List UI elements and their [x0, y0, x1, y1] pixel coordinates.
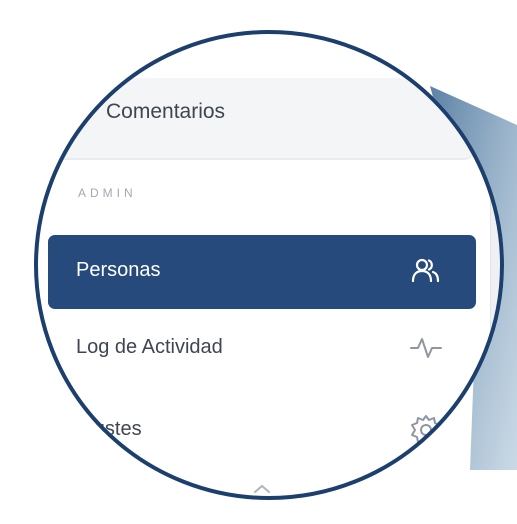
sidebar-item-label: Log de Actividad [76, 336, 223, 358]
sidebar-item-label: Personas [76, 259, 161, 281]
sidebar-item-comentarios[interactable] [34, 78, 474, 160]
sidebar-item-log-de-actividad[interactable]: Log de Actividad [48, 312, 476, 386]
users-icon [408, 253, 444, 289]
chevron-down-icon [252, 478, 272, 498]
scrollbar[interactable] [490, 180, 504, 500]
sidebar-item-personas[interactable]: Personas [48, 235, 476, 309]
sidebar-item-label: Ajustes [76, 418, 142, 440]
gear-icon [408, 412, 444, 448]
activity-icon [408, 330, 444, 366]
sidebar-panel: Comentarios ADMIN Personas Log de Activi… [34, 30, 504, 500]
sidebar-item-label: Comentarios [106, 100, 226, 123]
sidebar-item-ajustes[interactable]: Ajustes [48, 394, 476, 468]
section-heading-admin: ADMIN [78, 186, 137, 200]
magnifier-lens: Comentarios ADMIN Personas Log de Activi… [34, 30, 504, 500]
